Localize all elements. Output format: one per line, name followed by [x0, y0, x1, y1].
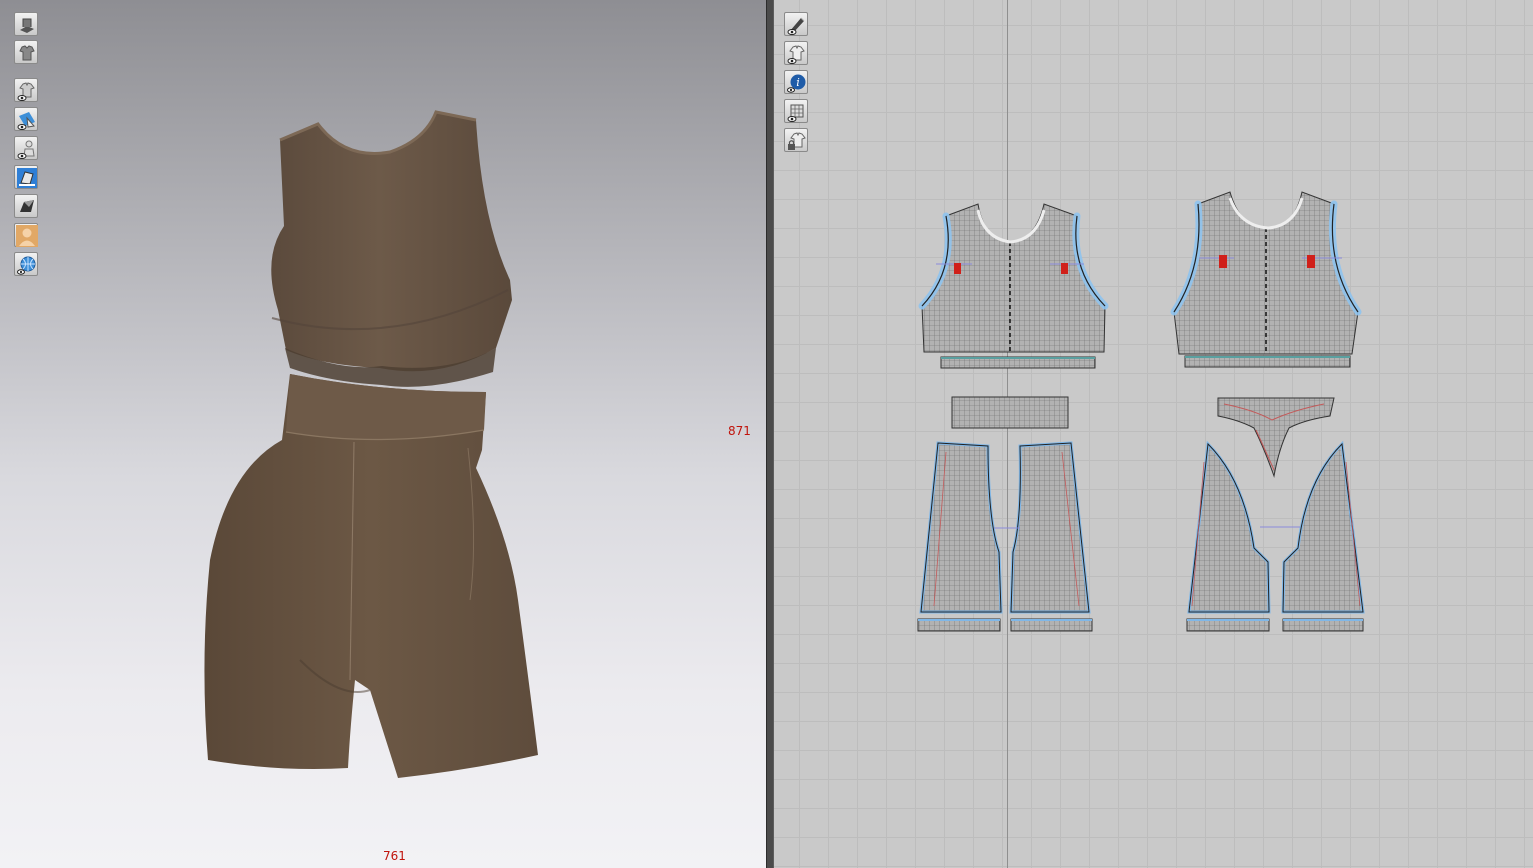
- front-shorts-left-pattern[interactable]: [917, 441, 1003, 632]
- pattern-pieces[interactable]: [774, 0, 1533, 868]
- height-measure-label: 871: [728, 424, 751, 438]
- 2d-pattern-viewport[interactable]: i: [774, 0, 1533, 868]
- back-shorts-right-pattern[interactable]: [1281, 440, 1365, 632]
- shorts-3d[interactable]: [204, 374, 538, 778]
- notch-marker[interactable]: [1219, 255, 1227, 268]
- notch-marker[interactable]: [954, 263, 961, 274]
- crop-top-3d[interactable]: [271, 110, 512, 387]
- notch-marker[interactable]: [1061, 263, 1068, 274]
- front-waistband-pattern[interactable]: [951, 396, 1069, 429]
- width-measure-label: 761: [383, 849, 406, 863]
- front-shorts-right-pattern[interactable]: [1009, 441, 1093, 632]
- back-waistband-pattern[interactable]: [1217, 397, 1335, 478]
- back-shorts-left-pattern[interactable]: [1186, 440, 1271, 632]
- garment-3d-model[interactable]: [0, 0, 766, 868]
- notch-marker[interactable]: [1307, 255, 1315, 268]
- viewport-splitter[interactable]: [766, 0, 774, 868]
- front-bodice-pattern[interactable]: [918, 203, 1109, 369]
- back-bodice-pattern[interactable]: [1170, 191, 1362, 368]
- 3d-viewport[interactable]: 871 761: [0, 0, 766, 868]
